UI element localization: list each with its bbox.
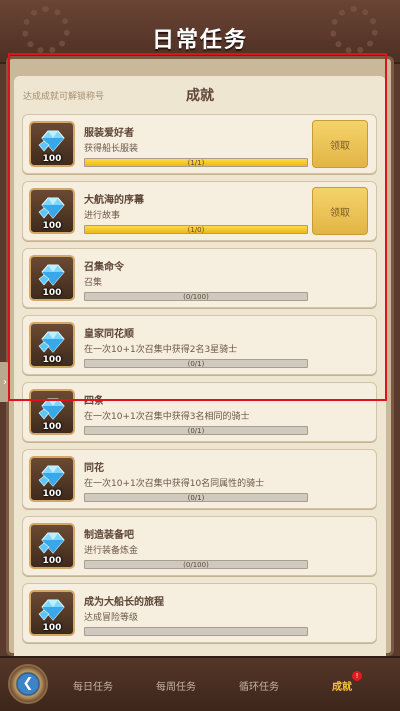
achievement-card: 100 四条 在一次10+1次召集中获得3名相同的骑士 (0/1) — [22, 382, 377, 442]
page-title: 日常任务 — [151, 28, 248, 53]
achievement-desc: 获得船长服装 — [84, 144, 139, 154]
achievement-desc: 进行装备炼金 — [84, 546, 139, 556]
achievement-desc: 在一次10+1次召集中获得10名同属性的骑士 — [84, 479, 265, 489]
gem-reward-icon: 100 — [29, 389, 75, 435]
back-button[interactable]: ❮ — [8, 664, 48, 704]
gem-reward-icon: 100 — [29, 456, 75, 502]
progress-bar: (0/1) — [84, 359, 308, 368]
diamond-icon — [38, 398, 65, 420]
progress-bar: (0/100) — [84, 292, 308, 301]
diamond-icon — [38, 130, 65, 152]
claim-button[interactable]: 领取 — [312, 187, 368, 235]
tab-achievement[interactable]: 成就 — [332, 678, 352, 693]
header-bar: 日常任务 — [0, 0, 400, 64]
achievement-desc: 在一次10+1次召集中获得3名相同的骑士 — [84, 412, 250, 422]
reward-count: 100 — [42, 154, 62, 164]
progress-bar: (0/1) — [84, 426, 308, 435]
diamond-icon — [38, 264, 65, 286]
achievement-card: 100 服装爱好者 获得船长服装 (1/1) 领取 — [22, 114, 377, 174]
achievement-card: 100 皇家同花顺 在一次10+1次召集中获得2名3星骑士 (0/1) — [22, 315, 377, 375]
achievement-title: 皇家同花顺 — [84, 329, 134, 340]
diamond-icon — [38, 197, 65, 219]
achievement-title: 同花 — [84, 463, 104, 474]
reward-count: 100 — [42, 221, 62, 231]
progress-text: (0/1) — [187, 360, 205, 368]
progress-bar: (1/0) — [84, 225, 308, 234]
achievement-card: 100 制造装备吧 进行装备炼金 (0/100) — [22, 516, 377, 576]
panel-header: 达成成就可解锁称号 成就 — [14, 76, 386, 110]
achievement-list[interactable]: 100 服装爱好者 获得船长服装 (1/1) 领取 100 大航海的序幕 进行故… — [22, 114, 378, 650]
achievement-desc: 达成冒险等级 — [84, 613, 139, 623]
achievement-title: 大航海的序幕 — [84, 195, 144, 206]
gem-reward-icon: 100 — [29, 121, 75, 167]
reward-count: 100 — [42, 288, 62, 298]
gem-reward-icon: 100 — [29, 322, 75, 368]
progress-bar: (0/100) — [84, 560, 308, 569]
diamond-icon — [38, 465, 65, 487]
side-expand-tab[interactable]: › — [0, 362, 10, 402]
progress-text: (0/1) — [187, 427, 205, 435]
bottom-nav: ❮ 每日任务 每周任务 循环任务 成就 ! — [0, 656, 400, 711]
back-arrow-icon: ❮ — [22, 676, 34, 691]
tab-weekly[interactable]: 每周任务 — [156, 678, 196, 693]
diamond-icon — [38, 532, 65, 554]
achievement-title: 制造装备吧 — [84, 530, 134, 541]
achievement-title: 四条 — [84, 396, 104, 407]
gem-reward-icon: 100 — [29, 590, 75, 636]
progress-text: (1/0) — [187, 226, 205, 234]
panel-title: 成就 — [186, 88, 214, 104]
progress-text: (0/100) — [183, 561, 209, 569]
achievement-card: 100 召集命令 召集 (0/100) — [22, 248, 377, 308]
achievement-card: 100 成为大船长的旅程 达成冒险等级 — [22, 583, 377, 643]
reward-count: 100 — [42, 556, 62, 566]
achievement-title: 成为大船长的旅程 — [84, 597, 164, 608]
progress-bar: (1/1) — [84, 158, 308, 167]
achievement-card: 100 大航海的序幕 进行故事 (1/0) 领取 — [22, 181, 377, 241]
progress-text: (0/1) — [187, 494, 205, 502]
tab-daily[interactable]: 每日任务 — [73, 678, 113, 693]
gem-reward-icon: 100 — [29, 188, 75, 234]
diamond-icon — [38, 331, 65, 353]
tab-loop[interactable]: 循环任务 — [239, 678, 279, 693]
achievement-desc: 在一次10+1次召集中获得2名3星骑士 — [84, 345, 238, 355]
achievement-panel: 达成成就可解锁称号 成就 100 服装爱好者 获得船长服装 (1/1) 领取 1… — [14, 76, 386, 656]
achievement-card: 100 同花 在一次10+1次召集中获得10名同属性的骑士 (0/1) — [22, 449, 377, 509]
notification-badge: ! — [352, 671, 362, 681]
claim-button[interactable]: 领取 — [312, 120, 368, 168]
progress-bar — [84, 627, 308, 636]
reward-count: 100 — [42, 422, 62, 432]
gem-reward-icon: 100 — [29, 523, 75, 569]
gem-reward-icon: 100 — [29, 255, 75, 301]
achievement-title: 召集命令 — [84, 262, 124, 273]
achievement-desc: 召集 — [84, 278, 103, 288]
progress-bar: (0/1) — [84, 493, 308, 502]
progress-text: (0/100) — [183, 293, 209, 301]
achievement-title: 服装爱好者 — [84, 128, 134, 139]
reward-count: 100 — [42, 623, 62, 633]
reward-count: 100 — [42, 489, 62, 499]
achievement-desc: 进行故事 — [84, 211, 121, 221]
progress-text: (1/1) — [187, 159, 205, 167]
reward-count: 100 — [42, 355, 62, 365]
diamond-icon — [38, 599, 65, 621]
